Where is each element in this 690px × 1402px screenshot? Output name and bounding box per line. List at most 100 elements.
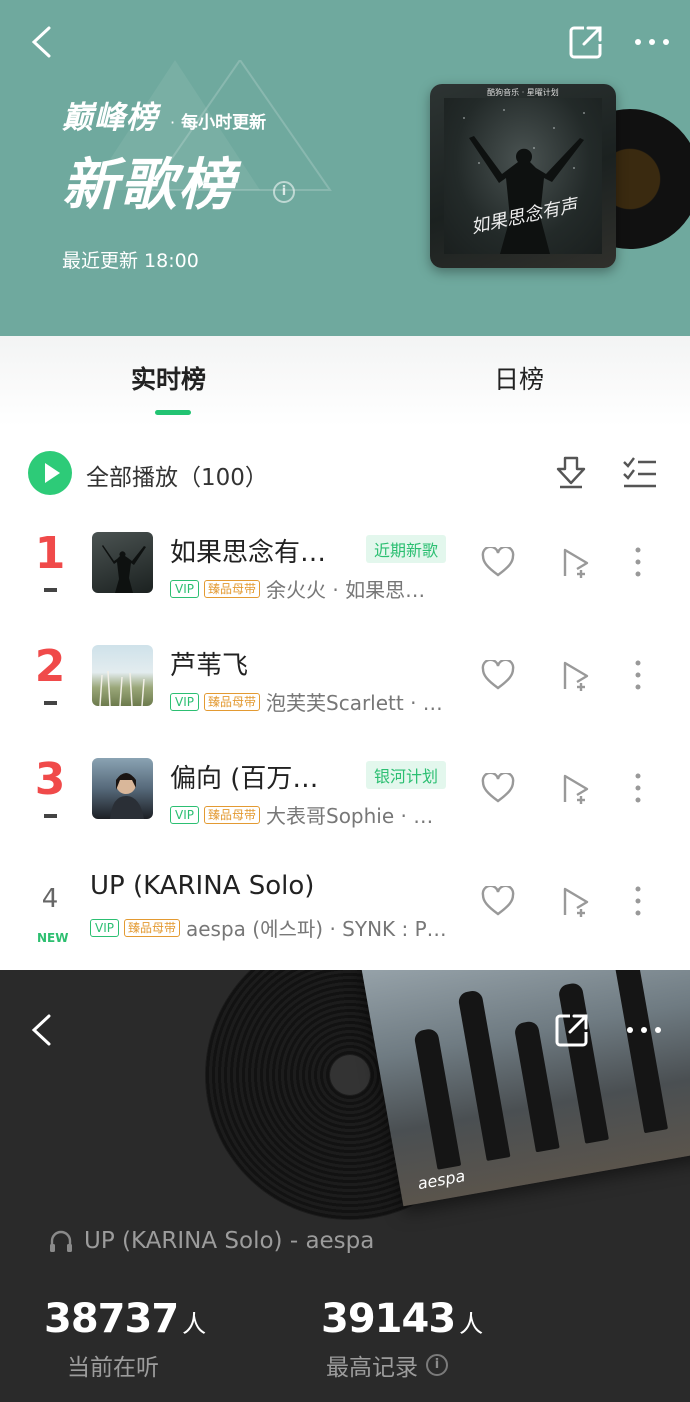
rank-trend-flat (44, 701, 57, 705)
back-button[interactable] (18, 18, 66, 66)
add-playlist-icon (563, 661, 589, 691)
brand-separator: · (170, 113, 176, 132)
info-icon[interactable]: i (426, 1354, 448, 1376)
song-title: 偏向 (百万… (170, 764, 319, 794)
song-more-button[interactable] (618, 655, 658, 695)
chart-title: 新歌榜 (62, 152, 236, 218)
like-button[interactable] (478, 655, 518, 695)
chart-header: 巅峰榜 · 每小时更新 新歌榜 i 最近更新 18:00 酷狗音乐 · 星曜计划… (0, 0, 690, 336)
song-meta: VIP 臻品母带 余火火 · 如果思… (170, 574, 460, 603)
song-more-button[interactable] (618, 768, 658, 808)
heart-icon (481, 773, 515, 803)
player-back-button[interactable] (18, 1006, 66, 1054)
play-all-button[interactable] (28, 451, 72, 495)
chevron-left-icon (31, 26, 51, 58)
play-all-row: 全部播放（100） (0, 440, 690, 506)
song-row[interactable]: 1 如果思念有… 近期新歌 VIP 臻品母带 余火火 · 如果思… (0, 512, 690, 625)
tab-realtime[interactable]: 实时榜 (131, 360, 206, 396)
song-row[interactable]: 2 芦苇飞 VIP 臻品母带 泡芙芙Scarlett · … (0, 625, 690, 738)
song-more-button[interactable] (618, 881, 658, 921)
quality-badge: 臻品母带 (123, 918, 180, 937)
record-listeners-label: 最高记录 (326, 1355, 418, 1381)
song-meta: VIP 臻品母带 泡芙芙Scarlett · … (170, 687, 460, 716)
photo-brand: aespa (416, 1166, 467, 1194)
vip-badge: VIP (170, 805, 199, 824)
add-playlist-icon (563, 887, 589, 917)
last-updated: 最近更新 18:00 (62, 250, 199, 272)
like-button[interactable] (478, 768, 518, 808)
add-playlist-icon (563, 548, 589, 578)
tab-daily[interactable]: 日榜 (494, 360, 544, 396)
share-icon (569, 26, 602, 59)
add-to-playlist-button[interactable] (556, 768, 596, 808)
rank-number: 2 (34, 641, 66, 692)
brand-name: 巅峰榜 (62, 100, 158, 136)
more-dots-icon (635, 39, 669, 45)
more-vertical-icon (635, 547, 641, 577)
reeds-image (99, 670, 145, 706)
more-button[interactable] (628, 18, 676, 66)
quality-badge: 臻品母带 (203, 579, 260, 598)
player-more-button[interactable] (620, 1006, 668, 1054)
add-playlist-icon (563, 774, 589, 804)
record-listeners: 39143 人 (321, 1296, 483, 1342)
record-listeners-unit: 人 (459, 1310, 484, 1338)
chevron-left-icon (31, 1014, 51, 1046)
now-playing-line: UP (KARINA Solo) - aespa (48, 1228, 374, 1254)
share-button[interactable] (562, 18, 610, 66)
cover-caption: 酷狗音乐 · 星曜计划 (487, 88, 559, 97)
song-thumbnail[interactable] (92, 645, 153, 706)
cover-image (444, 98, 602, 254)
song-meta: VIP 臻品母带 大表哥Sophie · … (170, 800, 460, 829)
now-playing-card[interactable]: aespa UP (KARINA Solo) - aespa 38737 人 当前… (0, 970, 690, 1402)
heart-icon (481, 660, 515, 690)
rank-trend-flat (44, 588, 57, 592)
multi-select-button[interactable] (622, 455, 656, 489)
portrait-image (110, 773, 144, 819)
song-title: 如果思念有… (170, 538, 327, 568)
current-listeners-unit: 人 (182, 1310, 207, 1338)
add-to-playlist-button[interactable] (556, 655, 596, 695)
chart-tabs: 实时榜 日榜 (0, 336, 690, 426)
add-to-playlist-button[interactable] (556, 542, 596, 582)
rank-new-badge: NEW (37, 931, 69, 945)
update-frequency: 每小时更新 (181, 113, 267, 133)
rank-number: 3 (34, 754, 66, 805)
chart-cover: 酷狗音乐 · 星曜计划 如果思念有声 (430, 84, 690, 269)
download-button[interactable] (554, 455, 588, 489)
song-thumbnail[interactable] (92, 532, 153, 593)
like-button[interactable] (478, 542, 518, 582)
rank-trend-flat (44, 814, 57, 818)
silhouette-image (463, 109, 585, 254)
download-icon (556, 456, 586, 489)
song-thumbnail[interactable] (92, 758, 153, 819)
artist-album: 大表哥Sophie · … (266, 804, 434, 828)
active-tab-indicator (155, 410, 191, 415)
current-listeners: 38737 人 (44, 1296, 206, 1342)
cover-art: 酷狗音乐 · 星曜计划 如果思念有声 (430, 84, 616, 268)
current-listeners-count: 38737 (44, 1296, 179, 1342)
heart-icon (481, 886, 515, 916)
song-title: 芦苇飞 (170, 651, 249, 681)
song-row[interactable]: 4 NEW UP (KARINA Solo) VIP 臻品母带 aespa (에… (0, 851, 690, 964)
vip-badge: VIP (170, 579, 199, 598)
vip-badge: VIP (170, 692, 199, 711)
player-share-button[interactable] (548, 1006, 596, 1054)
headphones-icon (50, 1230, 72, 1252)
add-to-playlist-button[interactable] (556, 881, 596, 921)
like-button[interactable] (478, 881, 518, 921)
checklist-icon (623, 457, 656, 488)
more-vertical-icon (635, 660, 641, 690)
rank-number: 4 (41, 884, 59, 914)
song-more-button[interactable] (618, 542, 658, 582)
artist-album: aespa (에스파) · SYNK : P… (186, 917, 447, 941)
song-title: UP (KARINA Solo) (90, 871, 315, 901)
play-all-label[interactable]: 全部播放（100） (86, 458, 268, 492)
info-icon[interactable]: i (273, 181, 295, 203)
heart-icon (481, 547, 515, 577)
quality-badge: 臻品母带 (203, 692, 260, 711)
vip-badge: VIP (90, 918, 119, 937)
rank-number: 1 (34, 528, 66, 579)
song-row[interactable]: 3 偏向 (百万… 银河计划 VIP 臻品母带 大表哥Sophie · … (0, 738, 690, 851)
silhouette-image (102, 545, 146, 593)
